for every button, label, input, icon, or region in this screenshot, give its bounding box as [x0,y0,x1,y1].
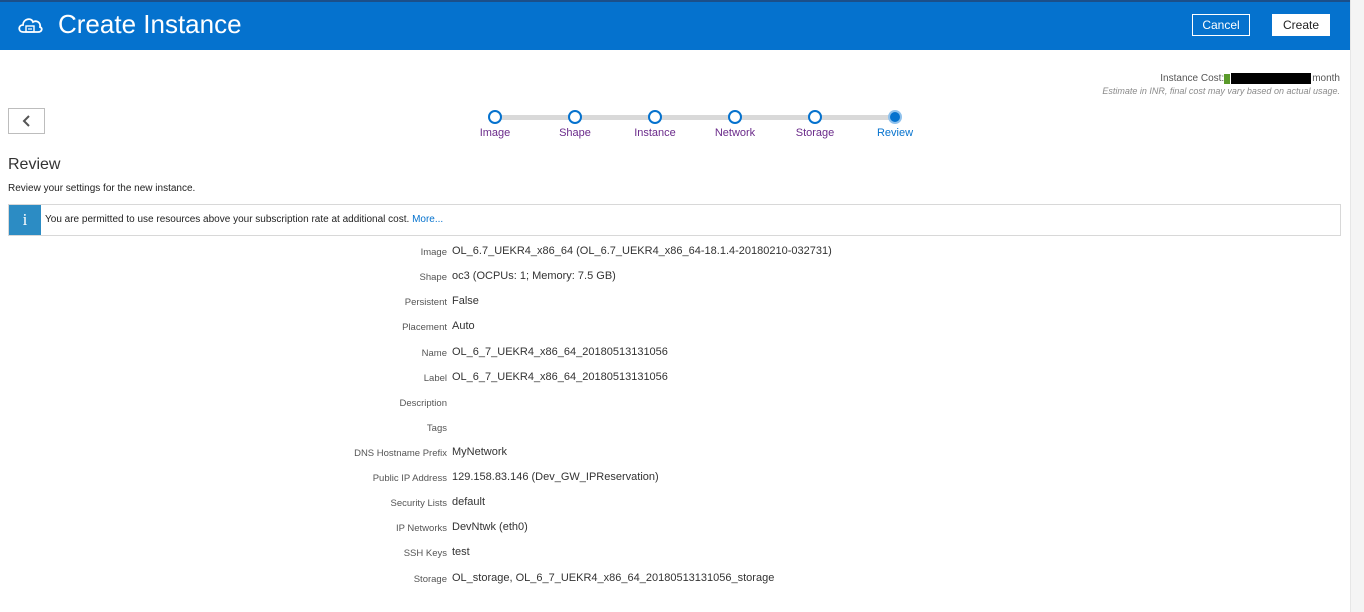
instance-cost-label: Instance Cost: [1160,73,1225,84]
cloud-icon [18,18,43,33]
detail-row: Tags [0,420,1350,438]
detail-value: oc3 (OCPUs: 1; Memory: 7.5 GB) [452,270,616,282]
detail-row: Shape oc3 (OCPUs: 1; Memory: 7.5 GB) [0,269,1350,287]
detail-row: Placement Auto [0,319,1350,337]
detail-label: Name [421,348,447,359]
cost-estimate-note: Estimate in INR, final cost may vary bas… [1102,86,1340,96]
detail-row: Image OL_6.7_UEKR4_x86_64 (OL_6.7_UEKR4_x… [0,244,1350,262]
step-dot[interactable] [648,110,662,124]
detail-label: Shape [419,272,447,283]
detail-value: default [452,496,486,508]
detail-row: Description [0,395,1350,413]
detail-value: DevNtwk (eth0) [452,521,528,533]
train-step-review[interactable]: Review [875,108,915,139]
detail-row: Storage OL_storage, OL_6_7_UEKR4_x86_64_2… [0,571,1350,589]
train-step-network[interactable]: Network [715,108,755,139]
train-step-shape[interactable]: Shape [555,108,595,139]
back-button[interactable] [8,108,45,134]
wizard-train: Image Shape Instance Network Storage Rev… [475,108,935,144]
detail-label: IP Networks [395,523,447,534]
step-dot[interactable] [808,110,822,124]
section-title: Review [8,156,61,173]
step-dot-current[interactable] [888,110,902,124]
detail-row: SSH Keys test [0,545,1350,563]
detail-label: DNS Hostname Prefix [354,448,447,459]
info-text: You are permitted to use resources above… [45,214,410,225]
instance-cost: Instance Cost: month Estimate in INR, fi… [1102,73,1340,96]
detail-value: test [452,546,470,558]
vertical-scrollbar[interactable] [1350,0,1364,612]
create-button[interactable]: Create [1272,14,1330,36]
detail-label: Security Lists [390,498,448,509]
detail-label: Persistent [404,297,447,308]
step-label[interactable]: Network [695,127,775,139]
instance-cost-suffix: month [1312,73,1340,84]
cancel-button[interactable]: Cancel [1192,14,1250,36]
detail-label: Tags [426,423,447,434]
step-label[interactable]: Instance [615,127,695,139]
step-dot[interactable] [728,110,742,124]
detail-label: Description [399,398,447,409]
info-banner: i You are permitted to use resources abo… [8,204,1341,236]
detail-value: OL_6_7_UEKR4_x86_64_20180513131056 [452,346,668,358]
step-dot[interactable] [488,110,502,124]
detail-row: DNS Hostname Prefix MyNetwork [0,445,1350,463]
detail-label: Storage [413,574,447,585]
detail-label: Label [423,373,447,384]
step-label-current[interactable]: Review [855,127,935,139]
section-subtitle: Review your settings for the new instanc… [8,183,196,194]
detail-value: OL_6.7_UEKR4_x86_64 (OL_6.7_UEKR4_x86_64… [452,245,832,257]
detail-row: Label OL_6_7_UEKR4_x86_64_20180513131056 [0,370,1350,388]
detail-label: SSH Keys [403,548,447,559]
detail-label: Public IP Address [372,473,447,484]
detail-row: IP Networks DevNtwk (eth0) [0,520,1350,538]
train-step-storage[interactable]: Storage [795,108,835,139]
info-icon: i [9,205,41,235]
detail-label: Placement [402,322,447,333]
detail-row: Name OL_6_7_UEKR4_x86_64_20180513131056 [0,345,1350,363]
step-label[interactable]: Shape [535,127,615,139]
redacted-cost [1231,73,1312,84]
step-label[interactable]: Image [455,127,535,139]
train-step-instance[interactable]: Instance [634,108,676,139]
detail-value: Auto [452,320,475,332]
train-step-image[interactable]: Image [475,108,515,139]
detail-value: False [452,295,479,307]
detail-value: OL_6_7_UEKR4_x86_64_20180513131056 [452,371,668,383]
detail-row: Persistent False [0,294,1350,312]
detail-value: 129.158.83.146 (Dev_GW_IPReservation) [452,471,659,483]
chevron-left-icon [22,115,30,127]
detail-value: MyNetwork [452,446,508,458]
more-link[interactable]: More... [412,214,443,225]
step-dot[interactable] [568,110,582,124]
detail-value: OL_storage, OL_6_7_UEKR4_x86_64_20180513… [452,572,775,584]
step-label[interactable]: Storage [775,127,855,139]
page-header: Create Instance Cancel Create [0,0,1350,50]
page-title: Create Instance [58,9,242,39]
detail-row: Public IP Address 129.158.83.146 (Dev_GW_… [0,470,1350,488]
info-message: You are permitted to use resources above… [45,214,443,225]
currency-icon [1224,73,1231,84]
detail-row: Security Lists default [0,495,1350,513]
detail-label: Image [420,247,447,258]
